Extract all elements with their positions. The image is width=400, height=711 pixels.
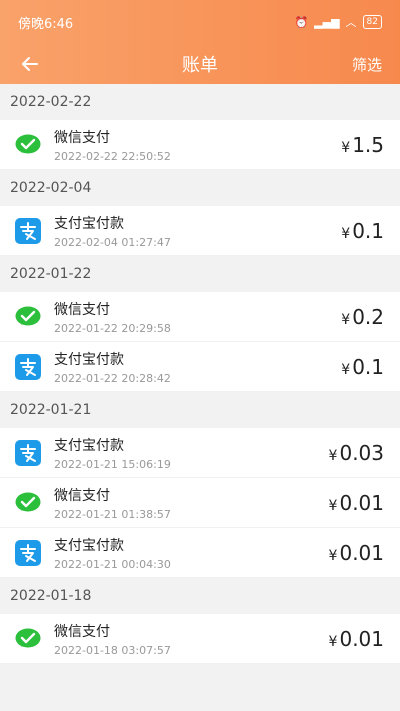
amount-value: 0.03 <box>339 440 384 465</box>
bill-time: 2022-02-04 01:27:47 <box>54 235 171 249</box>
bill-amount: ¥0.01 <box>329 491 384 515</box>
bill-time: 2022-01-21 00:04:30 <box>54 557 171 571</box>
arrow-left-icon <box>22 57 38 71</box>
bill-info: 支付宝付款 2022-01-21 00:04:30 <box>54 535 329 571</box>
status-bar: 傍晚6:46 ⏰ ▂▄▆ ︿ 82 <box>0 0 400 44</box>
top-bar: 账单 筛选 <box>0 44 400 84</box>
currency-symbol: ¥ <box>328 547 338 564</box>
bill-name: 支付宝付款 <box>54 537 124 554</box>
bill-time: 2022-02-22 22:50:52 <box>54 149 171 163</box>
section-date: 2022-02-22 <box>0 84 400 120</box>
bill-time: 2022-01-22 20:29:58 <box>54 321 171 335</box>
bill-row[interactable]: 微信支付 2022-01-22 20:29:58 ¥0.2 <box>0 292 400 342</box>
section-date: 2022-01-21 <box>0 392 400 428</box>
bill-row[interactable]: 微信支付 2022-01-21 01:38:57 ¥0.01 <box>0 478 400 528</box>
bill-amount: ¥0.01 <box>329 541 384 565</box>
amount-value: 0.01 <box>339 540 384 565</box>
bill-row[interactable]: 支付宝付款 2022-01-22 20:28:42 ¥0.1 <box>0 342 400 392</box>
wechat-pay-icon <box>14 625 42 653</box>
bill-row[interactable]: 支付宝付款 2022-02-04 01:27:47 ¥0.1 <box>0 206 400 256</box>
alipay-icon <box>14 539 42 567</box>
wechat-pay-icon <box>14 131 42 159</box>
bill-info: 微信支付 2022-01-21 01:38:57 <box>54 485 329 521</box>
wechat-pay-icon <box>14 303 42 331</box>
bill-info: 支付宝付款 2022-01-22 20:28:42 <box>54 349 341 385</box>
amount-value: 0.01 <box>339 626 384 651</box>
bill-time: 2022-01-21 01:38:57 <box>54 507 171 521</box>
section-date: 2022-01-22 <box>0 256 400 292</box>
bill-info: 支付宝付款 2022-01-21 15:06:19 <box>54 435 329 471</box>
bill-name: 微信支付 <box>54 129 110 146</box>
currency-symbol: ¥ <box>341 225 351 242</box>
status-icons: ⏰ ▂▄▆ ︿ 82 <box>294 14 382 30</box>
amount-value: 0.2 <box>352 304 384 329</box>
amount-value: 0.1 <box>352 218 384 243</box>
bill-name: 支付宝付款 <box>54 351 124 368</box>
bill-name: 支付宝付款 <box>54 437 124 454</box>
bill-info: 微信支付 2022-01-22 20:29:58 <box>54 299 341 335</box>
bill-name: 微信支付 <box>54 623 110 640</box>
bill-info: 微信支付 2022-01-18 03:07:57 <box>54 621 329 657</box>
bill-amount: ¥0.2 <box>341 305 384 329</box>
signal-icon: ▂▄▆ <box>314 15 340 29</box>
bill-amount: ¥0.03 <box>329 441 384 465</box>
page-title: 账单 <box>182 55 218 76</box>
section-date: 2022-02-04 <box>0 170 400 206</box>
currency-symbol: ¥ <box>341 361 351 378</box>
amount-value: 0.01 <box>339 490 384 515</box>
alipay-icon <box>14 439 42 467</box>
currency-symbol: ¥ <box>341 311 351 328</box>
alipay-icon <box>14 217 42 245</box>
currency-symbol: ¥ <box>328 633 338 650</box>
battery-icon: 82 <box>362 15 382 29</box>
bill-amount: ¥0.1 <box>341 219 384 243</box>
bill-amount: ¥1.5 <box>341 133 384 157</box>
bill-list: 2022-02-22 微信支付 2022-02-22 22:50:52 ¥1.5 202… <box>0 84 400 664</box>
bill-name: 微信支付 <box>54 301 110 318</box>
amount-value: 1.5 <box>352 132 384 157</box>
bill-time: 2022-01-18 03:07:57 <box>54 643 171 657</box>
bill-row[interactable]: 微信支付 2022-01-18 03:07:57 ¥0.01 <box>0 614 400 664</box>
filter-button[interactable]: 筛选 <box>352 54 382 75</box>
amount-value: 0.1 <box>352 354 384 379</box>
currency-symbol: ¥ <box>328 447 338 464</box>
currency-symbol: ¥ <box>328 497 338 514</box>
wifi-icon: ︿ <box>345 16 357 29</box>
status-time: 傍晚6:46 <box>18 16 74 32</box>
wechat-pay-icon <box>14 489 42 517</box>
bill-amount: ¥0.01 <box>329 627 384 651</box>
alarm-icon: ⏰ <box>294 15 309 29</box>
bill-name: 微信支付 <box>54 487 110 504</box>
bill-row[interactable]: 微信支付 2022-02-22 22:50:52 ¥1.5 <box>0 120 400 170</box>
bill-info: 支付宝付款 2022-02-04 01:27:47 <box>54 213 341 249</box>
alipay-icon <box>14 353 42 381</box>
bill-time: 2022-01-22 20:28:42 <box>54 371 171 385</box>
bill-amount: ¥0.1 <box>341 355 384 379</box>
bill-row[interactable]: 支付宝付款 2022-01-21 00:04:30 ¥0.01 <box>0 528 400 578</box>
bill-row[interactable]: 支付宝付款 2022-01-21 15:06:19 ¥0.03 <box>0 428 400 478</box>
bill-info: 微信支付 2022-02-22 22:50:52 <box>54 127 341 163</box>
bill-time: 2022-01-21 15:06:19 <box>54 457 171 471</box>
bill-name: 支付宝付款 <box>54 215 124 232</box>
back-button[interactable] <box>18 52 42 76</box>
currency-symbol: ¥ <box>341 139 351 156</box>
section-date: 2022-01-18 <box>0 578 400 614</box>
